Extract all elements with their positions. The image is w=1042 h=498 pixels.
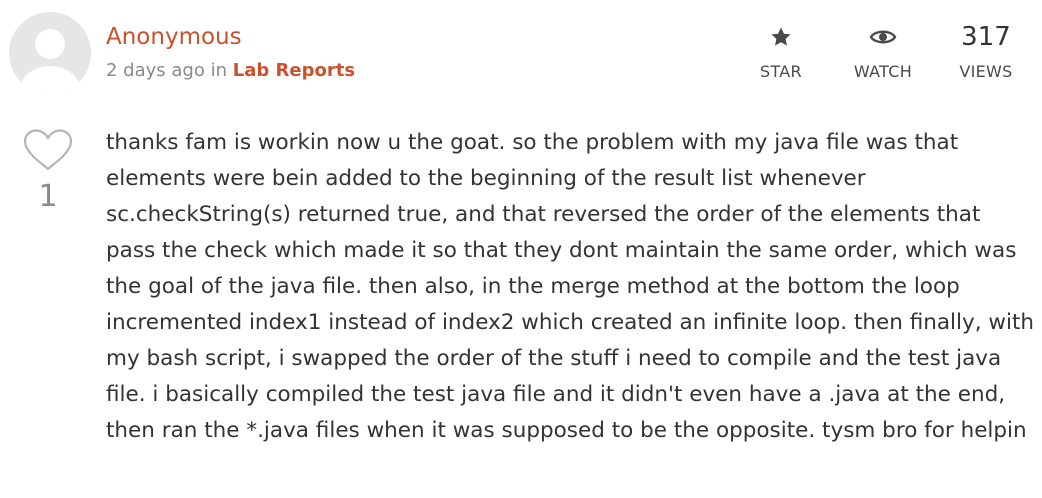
vote-column: 1 xyxy=(22,128,74,214)
like-button[interactable] xyxy=(22,128,74,176)
author-name[interactable]: Anonymous xyxy=(106,24,242,50)
watch-button[interactable]: WATCH xyxy=(843,22,923,81)
star-label: STAR xyxy=(760,62,802,81)
post-meta: 2 days ago in Lab Reports xyxy=(106,60,355,81)
comment-body: thanks fam is workin now u the goat. so … xyxy=(106,130,1034,443)
default-avatar-icon xyxy=(20,29,80,94)
in-label: in xyxy=(210,60,228,81)
eye-icon xyxy=(869,30,897,44)
vote-count: 1 xyxy=(38,179,58,214)
category-link[interactable]: Lab Reports xyxy=(233,60,355,81)
star-icon xyxy=(771,27,791,46)
views-label: VIEWS xyxy=(959,62,1013,81)
star-button[interactable]: STAR xyxy=(741,22,821,81)
heart-icon xyxy=(23,129,73,171)
watch-label: WATCH xyxy=(853,62,913,81)
post-container: Anonymous 2 days ago in Lab Reports STAR… xyxy=(0,0,1042,498)
post-time: 2 days ago xyxy=(106,60,205,81)
views-count: 317 xyxy=(961,22,1011,52)
views-stat: 317 VIEWS xyxy=(946,22,1026,81)
avatar[interactable] xyxy=(9,12,91,94)
